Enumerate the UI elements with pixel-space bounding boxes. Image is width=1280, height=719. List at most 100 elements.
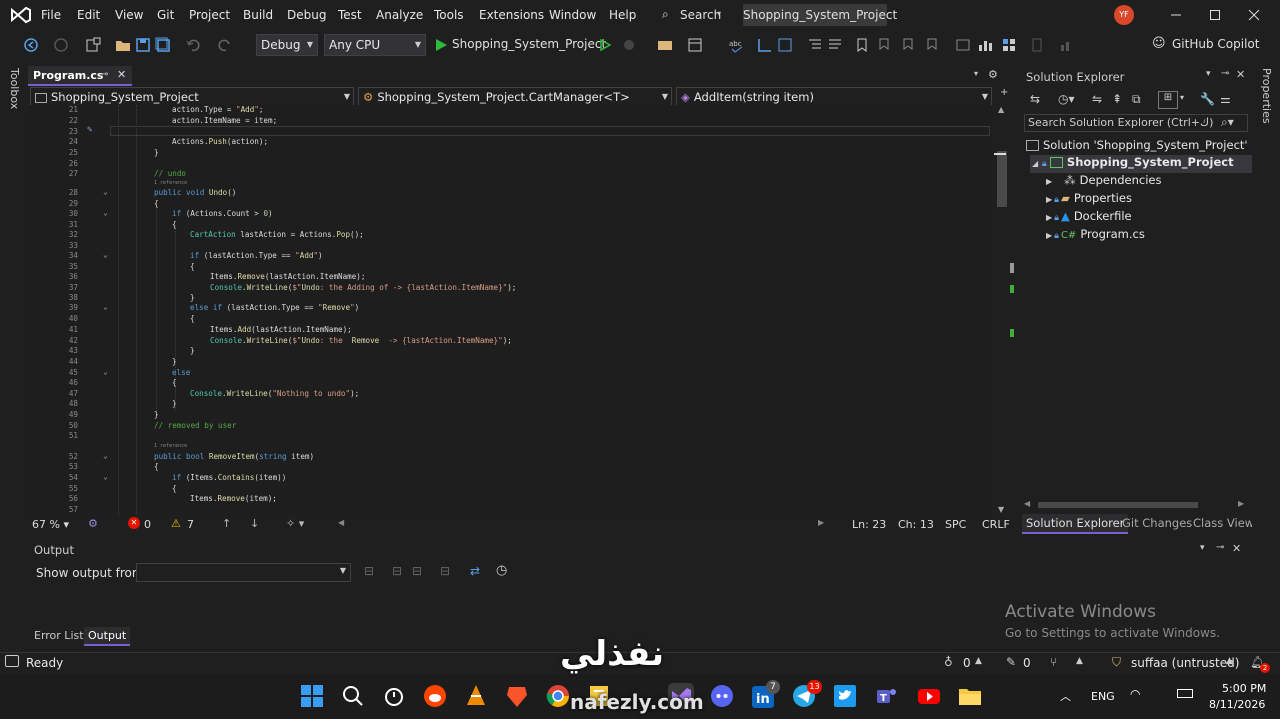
nav-class-select[interactable]: ⚙ Shopping_System_Project.CartManager<T> … (358, 87, 672, 107)
bookmark-prev-icon[interactable] (876, 36, 894, 54)
fold-toggle-icon[interactable]: ⌄ (103, 187, 108, 196)
menu-test[interactable]: Test (338, 0, 362, 30)
menu-window[interactable]: Window (549, 0, 596, 30)
se-hscrollbar[interactable]: ◀ ▶ (1024, 499, 1248, 510)
code-line[interactable]: } (154, 410, 159, 419)
code-editor[interactable]: ✎ 21 action.Type = "Add"; 22 action.ItemNam… (30, 105, 992, 515)
tree-item-properties[interactable]: ▶ 🔒︎ ▰ Properties (1046, 191, 1132, 205)
windows-start-icon[interactable] (299, 683, 325, 709)
nav-member-select[interactable]: ◈ AddItem(string item) ▼ (676, 87, 992, 107)
hot-reload-icon[interactable] (620, 36, 638, 54)
show-all-icon[interactable]: ⧉ (1132, 92, 1141, 107)
next-issue-icon[interactable]: ↓ (250, 517, 259, 530)
go-next-icon[interactable]: ⊟ (412, 564, 422, 578)
device-icon[interactable] (1028, 36, 1046, 54)
tree-item-dockerfile[interactable]: ▶ 🔒︎ ▲ Dockerfile (1046, 209, 1132, 223)
code-line[interactable]: } (172, 357, 177, 366)
redo-icon[interactable] (216, 36, 234, 54)
settings-icon[interactable]: ⚙ (988, 68, 998, 81)
code-line[interactable]: Console.WriteLine("Nothing to undo"); (190, 389, 359, 398)
teams-icon[interactable]: T (873, 683, 899, 709)
code-line[interactable]: { (190, 314, 195, 323)
youtube-icon[interactable] (916, 683, 942, 709)
menu-project[interactable]: Project (189, 0, 230, 30)
github-copilot-button[interactable]: ☺ GitHub Copilot (1152, 34, 1259, 56)
save-icon[interactable] (134, 36, 152, 54)
code-line[interactable]: } (190, 293, 195, 302)
bookmark-clear-icon[interactable] (924, 36, 942, 54)
hscroll-left-icon[interactable]: ◀ (338, 518, 344, 527)
pin-icon[interactable]: ⊸ (1216, 542, 1224, 553)
sync-icon[interactable]: ⇆ (1030, 92, 1040, 106)
toggle-icon[interactable] (776, 36, 794, 54)
code-line[interactable]: { (190, 262, 195, 271)
discord-icon[interactable] (709, 683, 735, 709)
clock-date[interactable]: 8/11/2026 (1209, 698, 1265, 711)
start-debugging-button[interactable]: Shopping_System_Project (434, 34, 606, 56)
fold-toggle-icon[interactable]: ⌄ (103, 250, 108, 259)
tab-error-list[interactable]: Error List (34, 629, 84, 642)
go-previous-icon[interactable]: ⊟ (392, 564, 402, 578)
file-explorer-icon[interactable] (957, 683, 983, 709)
code-line[interactable]: } (190, 346, 195, 355)
step-into-icon[interactable] (756, 36, 774, 54)
menu-build[interactable]: Build (243, 0, 273, 30)
history-icon[interactable]: ◷▾ (1058, 92, 1075, 106)
split-editor-icon[interactable]: + (1000, 87, 1008, 98)
menu-view[interactable]: View (115, 0, 143, 30)
code-line[interactable]: public void Undo() (154, 188, 236, 197)
col-indicator[interactable]: Ch: 13 (898, 518, 934, 531)
menu-tools[interactable]: Tools (434, 0, 464, 30)
code-line[interactable]: if (Items.Contains(item)) (172, 473, 286, 482)
code-line[interactable]: Console.WriteLine($"Undo: the Adding of … (210, 283, 516, 292)
code-line[interactable]: { (172, 484, 177, 493)
find-message-icon[interactable]: ⊟ (364, 564, 374, 578)
se-tab-class-view[interactable]: Class View (1193, 516, 1254, 530)
clear-all-icon[interactable]: ⊟ (440, 564, 450, 578)
pin-icon[interactable]: ⊸ (1221, 68, 1229, 79)
menu-git[interactable]: Git (157, 0, 174, 30)
menu-analyze[interactable]: Analyze (376, 0, 423, 30)
maximize-button[interactable] (1205, 6, 1225, 24)
scroll-down-icon[interactable]: ▼ (998, 505, 1004, 514)
close-tab-icon[interactable]: ✕ (117, 68, 126, 81)
branch-icon[interactable]: ⑂ (1050, 655, 1057, 669)
code-line[interactable]: // undo (154, 169, 186, 178)
new-project-icon[interactable] (84, 36, 102, 54)
scroll-up-icon[interactable]: ▲ (998, 105, 1004, 114)
forward-icon[interactable] (52, 36, 70, 54)
fold-toggle-icon[interactable]: ⌄ (103, 472, 108, 481)
preview-icon[interactable]: ⊞ (1158, 91, 1178, 109)
code-line[interactable]: Items.Remove(item); (190, 494, 277, 503)
bookmark-next-icon[interactable] (900, 36, 918, 54)
se-search-input[interactable]: Search Solution Explorer (Ctrl+ك) ⌕▾ (1024, 114, 1248, 132)
close-icon[interactable]: ✕ (1236, 68, 1245, 81)
code-line[interactable]: Actions.Push(action); (172, 137, 268, 146)
hscroll-right-icon[interactable]: ▶ (818, 518, 824, 527)
code-line[interactable]: { (154, 462, 159, 471)
menu-file[interactable]: File (41, 0, 61, 30)
window-dropdown-icon[interactable]: ▾ (1200, 543, 1205, 553)
cleanup-icon[interactable]: ✧ ▾ (286, 517, 304, 530)
code-line[interactable]: } (172, 399, 177, 408)
editor-vertical-scrollbar[interactable]: ▲ ▼ (992, 105, 1018, 515)
grid-icon[interactable] (1000, 36, 1018, 54)
clock-time[interactable]: 5:00 PM (1222, 682, 1266, 695)
extensions-icon[interactable] (1058, 36, 1076, 54)
menu-help[interactable]: Help (609, 0, 636, 30)
twitter-icon[interactable] (832, 683, 858, 709)
push-icon[interactable]: ♁ (944, 655, 953, 669)
start-without-debugging-icon[interactable] (596, 36, 614, 54)
reddit-icon[interactable] (422, 683, 448, 709)
nav-project-select[interactable]: Shopping_System_Project ▼ (30, 87, 354, 107)
whitespace-indicator[interactable]: SPC (945, 518, 966, 531)
code-line[interactable]: { (154, 199, 159, 208)
close-button[interactable] (1244, 6, 1264, 24)
brave-icon[interactable] (504, 683, 530, 709)
language-indicator[interactable]: ENG (1091, 690, 1115, 703)
search-box[interactable]: ⌕ Search ▾ (656, 5, 728, 25)
warning-icon[interactable]: ⚠ (171, 517, 181, 530)
battery-icon[interactable] (1177, 689, 1193, 698)
window-dropdown-icon[interactable]: ▾ (1206, 69, 1211, 79)
se-tab-git-changes[interactable]: Git Changes (1122, 516, 1192, 530)
